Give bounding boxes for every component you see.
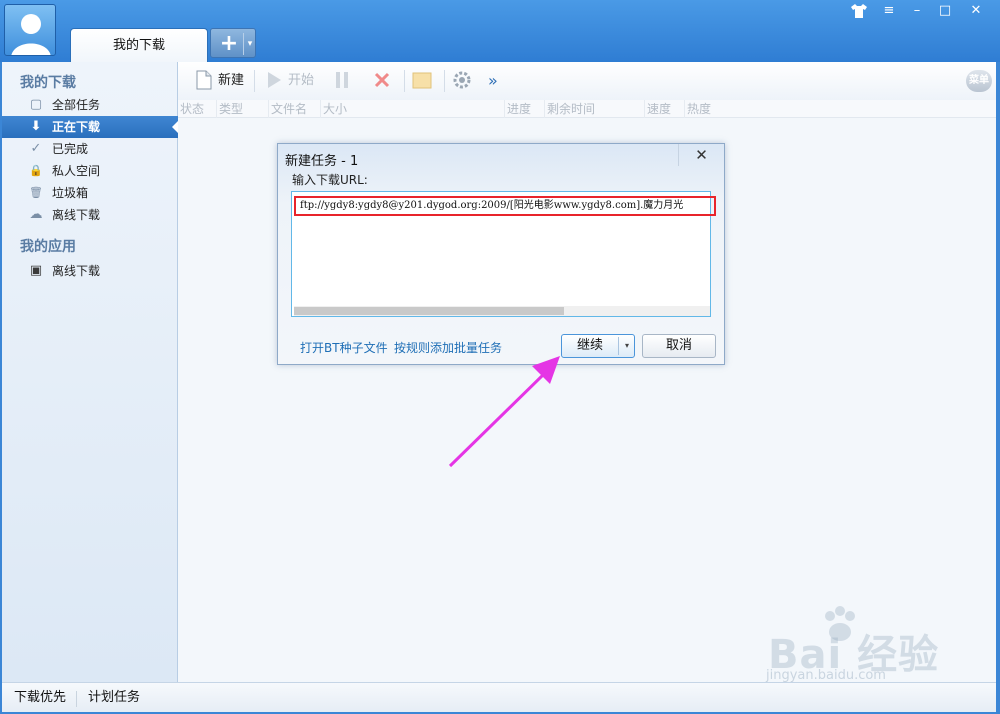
sidebar-section-my-apps: 我的应用 — [20, 239, 76, 255]
close-button[interactable]: ✕ — [956, 0, 996, 22]
menu-button[interactable]: 菜单 — [966, 70, 992, 92]
cloud-download-icon: ☁ — [29, 207, 43, 222]
pause-button[interactable] — [332, 68, 356, 94]
scrollbar-thumb[interactable] — [294, 307, 564, 315]
column-status[interactable]: 状态 — [178, 100, 216, 118]
column-filename[interactable]: 文件名 — [268, 100, 320, 118]
add-tab-button[interactable]: + ▾ — [210, 28, 256, 58]
sidebar-item-label: 垃圾箱 — [52, 186, 89, 200]
chevron-down-icon[interactable]: ▾ — [245, 31, 255, 57]
continue-button[interactable]: 继续 ▾ — [561, 334, 635, 358]
download-priority-button[interactable]: 下载优先 — [14, 683, 66, 713]
user-avatar[interactable] — [4, 4, 56, 56]
tab-add-divider — [243, 33, 244, 55]
column-header: 状态 类型 文件名 大小 进度 剩余时间 速度 热度 — [178, 100, 996, 118]
toolbar-divider — [444, 70, 445, 92]
main-menu-button[interactable]: ≡ — [874, 0, 904, 22]
sidebar-item-completed[interactable]: ✓ 已完成 — [2, 138, 178, 160]
start-button[interactable]: 开始 — [264, 68, 320, 94]
gear-icon — [452, 70, 472, 92]
sidebar-item-all-tasks[interactable]: ▢ 全部任务 — [2, 94, 178, 116]
check-icon: ✓ — [30, 141, 42, 156]
plus-icon: + — [219, 31, 239, 56]
status-divider — [76, 691, 77, 707]
column-progress[interactable]: 进度 — [504, 100, 544, 118]
shirt-icon — [851, 4, 867, 18]
annotation-arrow-icon — [448, 356, 560, 468]
dialog-title: 新建任务 - 1 — [285, 154, 359, 169]
url-highlight-box: ftp://ygdy8:ygdy8@y201.dygod.org:2009/[阳… — [294, 196, 716, 216]
close-icon: ✕ — [695, 146, 708, 164]
sidebar-item-downloading[interactable]: ⬇ 正在下载 — [2, 116, 178, 138]
continue-label: 继续 — [576, 338, 603, 353]
column-popularity[interactable]: 热度 — [684, 100, 744, 118]
column-remaining-time[interactable]: 剩余时间 — [544, 100, 644, 118]
folder-icon — [412, 70, 432, 92]
toolbar-divider — [404, 70, 405, 92]
horizontal-scrollbar[interactable] — [294, 306, 710, 316]
new-task-button[interactable]: 新建 — [194, 68, 250, 94]
toolbar: 新建 开始 » 菜单 — [178, 62, 996, 100]
sidebar-item-label: 全部任务 — [52, 98, 101, 112]
delete-button[interactable] — [372, 68, 396, 94]
column-size[interactable]: 大小 — [320, 100, 504, 118]
dropdown-menu-icon: ≡ — [883, 3, 895, 18]
dialog-close-button[interactable]: ✕ — [678, 144, 724, 166]
scheduled-task-button[interactable]: 计划任务 — [88, 683, 140, 713]
offline-download-app-icon: ▣ — [29, 263, 43, 278]
sidebar-item-offline-download[interactable]: ☁ 离线下载 — [2, 204, 178, 226]
status-bar: 下载优先 计划任务 — [2, 682, 996, 712]
new-task-label: 新建 — [218, 73, 245, 88]
tab-my-downloads[interactable]: 我的下载 — [70, 28, 208, 62]
url-input[interactable]: ftp://ygdy8:ygdy8@y201.dygod.org:2009/[阳… — [291, 191, 716, 317]
column-speed[interactable]: 速度 — [644, 100, 684, 118]
new-task-dialog: 新建任务 - 1 ✕ 输入下载URL: ftp://ygdy8:ygdy8@y2… — [277, 143, 725, 365]
sidebar: 我的下载 ▢ 全部任务 ⬇ 正在下载 ✓ 已完成 🔒 私人空间 🗑 垃圾箱 ☁ … — [2, 62, 178, 682]
download-arrow-icon: ⬇ — [30, 119, 42, 134]
url-label: 输入下载URL: — [292, 173, 368, 187]
sidebar-item-label: 私人空间 — [52, 164, 101, 178]
more-tools-button[interactable]: » — [488, 68, 504, 94]
pause-icon — [332, 70, 352, 92]
toolbar-divider — [254, 70, 255, 92]
new-document-icon — [194, 70, 214, 92]
skin-button[interactable] — [844, 0, 874, 22]
sidebar-item-trash[interactable]: 🗑 垃圾箱 — [2, 182, 178, 204]
lock-icon: 🔒 — [29, 164, 43, 177]
url-value[interactable]: ftp://ygdy8:ygdy8@y201.dygod.org:2009/[阳… — [300, 198, 714, 214]
open-folder-button[interactable] — [412, 68, 436, 94]
trash-icon: 🗑 — [29, 186, 43, 199]
avatar-icon — [11, 14, 51, 55]
play-icon — [264, 70, 284, 92]
sidebar-item-label: 正在下载 — [52, 120, 101, 134]
sidebar-section-my-downloads: 我的下载 — [20, 75, 76, 91]
minimize-button[interactable]: – — [902, 0, 932, 22]
open-bt-file-link[interactable]: 打开BT种子文件 — [300, 339, 388, 356]
double-chevron-right-icon: » — [488, 71, 498, 90]
sidebar-item-label: 离线下载 — [52, 208, 101, 222]
title-bar: 我的下载 + ▾ ≡ – □ ✕ — [0, 0, 1000, 62]
settings-button[interactable] — [452, 68, 476, 94]
sidebar-item-label: 已完成 — [52, 142, 89, 156]
sidebar-item-private-space[interactable]: 🔒 私人空间 — [2, 160, 178, 182]
sidebar-item-label: 离线下载 — [52, 264, 101, 278]
sidebar-app-offline-download[interactable]: ▣ 离线下载 — [2, 260, 178, 282]
start-label: 开始 — [288, 73, 315, 88]
chevron-down-icon[interactable]: ▾ — [619, 335, 635, 357]
column-type[interactable]: 类型 — [216, 100, 268, 118]
document-icon: ▢ — [29, 97, 43, 112]
delete-x-icon — [372, 70, 392, 92]
cancel-button[interactable]: 取消 — [642, 334, 716, 358]
